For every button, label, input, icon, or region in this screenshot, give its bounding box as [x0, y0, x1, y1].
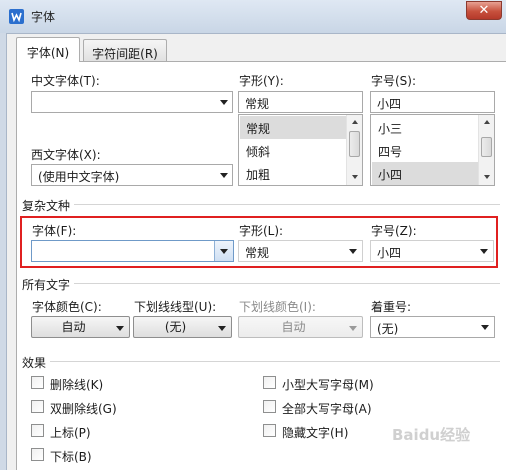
- section-divider: [22, 361, 500, 362]
- emphasis-value: (无): [377, 322, 399, 336]
- chevron-down-icon: [480, 249, 488, 254]
- tab-character-spacing[interactable]: 字符间距(R): [83, 39, 167, 61]
- subscript-label[interactable]: 下标(B): [50, 448, 92, 465]
- chinese-font-label: 中文字体(T):: [31, 74, 100, 88]
- size-option-small-three[interactable]: 小三: [372, 116, 478, 139]
- double-strikethrough-checkbox[interactable]: [31, 400, 44, 413]
- complex-font-label: 字体(F):: [32, 224, 77, 238]
- chevron-down-icon: [349, 249, 357, 254]
- size-option-small-four[interactable]: 小四: [372, 162, 478, 185]
- size-listbox[interactable]: 小三 四号 小四: [370, 114, 495, 186]
- complex-style-value: 常规: [245, 246, 270, 260]
- app-icon: [9, 9, 24, 24]
- complex-font-select[interactable]: [31, 240, 234, 262]
- underline-type-button[interactable]: (无): [133, 316, 232, 338]
- superscript-checkbox[interactable]: [31, 424, 44, 437]
- style-option-bold[interactable]: 加粗: [240, 162, 346, 185]
- hidden-text-label[interactable]: 隐藏文字(H): [282, 424, 348, 441]
- emphasis-select[interactable]: (无): [370, 316, 495, 338]
- small-caps-label[interactable]: 小型大写字母(M): [282, 376, 374, 393]
- double-strikethrough-label[interactable]: 双删除线(G): [50, 400, 117, 417]
- scroll-up-icon[interactable]: [484, 120, 490, 124]
- western-font-label: 西文字体(X):: [31, 148, 101, 162]
- underline-type-label: 下划线线型(U):: [134, 300, 217, 314]
- effects-section-title: 效果: [22, 354, 51, 371]
- style-option-italic[interactable]: 倾斜: [240, 139, 346, 162]
- underline-color-label: 下划线颜色(I):: [239, 300, 316, 314]
- western-font-value: (使用中文字体): [38, 170, 120, 184]
- strikethrough-label[interactable]: 删除线(K): [50, 376, 103, 393]
- style-input[interactable]: 常规: [238, 91, 363, 113]
- underline-color-button: 自动: [238, 316, 363, 338]
- chevron-down-icon: [220, 173, 228, 178]
- chevron-down-icon: [220, 249, 228, 254]
- chevron-down-icon: [481, 325, 489, 330]
- chevron-down-icon: [220, 100, 228, 105]
- tab-font[interactable]: 字体(N): [16, 37, 80, 62]
- size-scrollbar[interactable]: [478, 115, 494, 185]
- strikethrough-checkbox[interactable]: [31, 376, 44, 389]
- section-divider: [22, 283, 500, 284]
- scroll-down-icon[interactable]: [484, 175, 490, 179]
- complex-section-title: 复杂文种: [22, 197, 75, 214]
- chevron-down-icon: [349, 326, 357, 331]
- underline-color-value: 自动: [281, 320, 306, 334]
- size-input[interactable]: 小四: [370, 91, 495, 113]
- style-label: 字形(Y):: [239, 74, 284, 88]
- underline-type-value: (无): [164, 320, 187, 334]
- all-text-section-title: 所有文字: [22, 276, 75, 293]
- complex-size-select[interactable]: 小四: [370, 240, 494, 262]
- window-title: 字体: [31, 10, 56, 24]
- close-button[interactable]: ✕: [466, 1, 502, 20]
- size-option-four[interactable]: 四号: [372, 139, 478, 162]
- complex-style-select[interactable]: 常规: [238, 240, 363, 262]
- emphasis-label: 着重号:: [371, 300, 412, 314]
- all-caps-label[interactable]: 全部大写字母(A): [282, 400, 372, 417]
- scroll-thumb[interactable]: [349, 131, 360, 157]
- western-font-select[interactable]: (使用中文字体): [31, 164, 233, 186]
- hidden-text-checkbox[interactable]: [263, 424, 276, 437]
- title-bar: [0, 0, 506, 33]
- dropdown-button[interactable]: [214, 241, 233, 261]
- complex-style-label: 字形(L):: [239, 224, 284, 238]
- chevron-down-icon: [116, 326, 124, 331]
- section-divider: [22, 204, 500, 205]
- small-caps-checkbox[interactable]: [263, 376, 276, 389]
- all-caps-checkbox[interactable]: [263, 400, 276, 413]
- watermark: Baidu经验: [392, 426, 471, 444]
- font-color-value: 自动: [61, 320, 86, 334]
- subscript-checkbox[interactable]: [31, 448, 44, 461]
- size-label: 字号(S):: [371, 74, 417, 88]
- chinese-font-select[interactable]: [31, 91, 233, 113]
- complex-size-value: 小四: [377, 246, 402, 260]
- style-listbox[interactable]: 常规 倾斜 加粗: [238, 114, 363, 186]
- superscript-label[interactable]: 上标(P): [50, 424, 91, 441]
- style-option-regular[interactable]: 常规: [240, 116, 346, 139]
- scroll-up-icon[interactable]: [352, 120, 358, 124]
- font-color-label: 字体颜色(C):: [32, 300, 102, 314]
- style-scrollbar[interactable]: [346, 115, 362, 185]
- font-color-button[interactable]: 自动: [31, 316, 130, 338]
- chevron-down-icon: [218, 326, 226, 331]
- complex-size-label: 字号(Z):: [371, 224, 417, 238]
- scroll-down-icon[interactable]: [352, 175, 358, 179]
- scroll-thumb[interactable]: [481, 137, 492, 157]
